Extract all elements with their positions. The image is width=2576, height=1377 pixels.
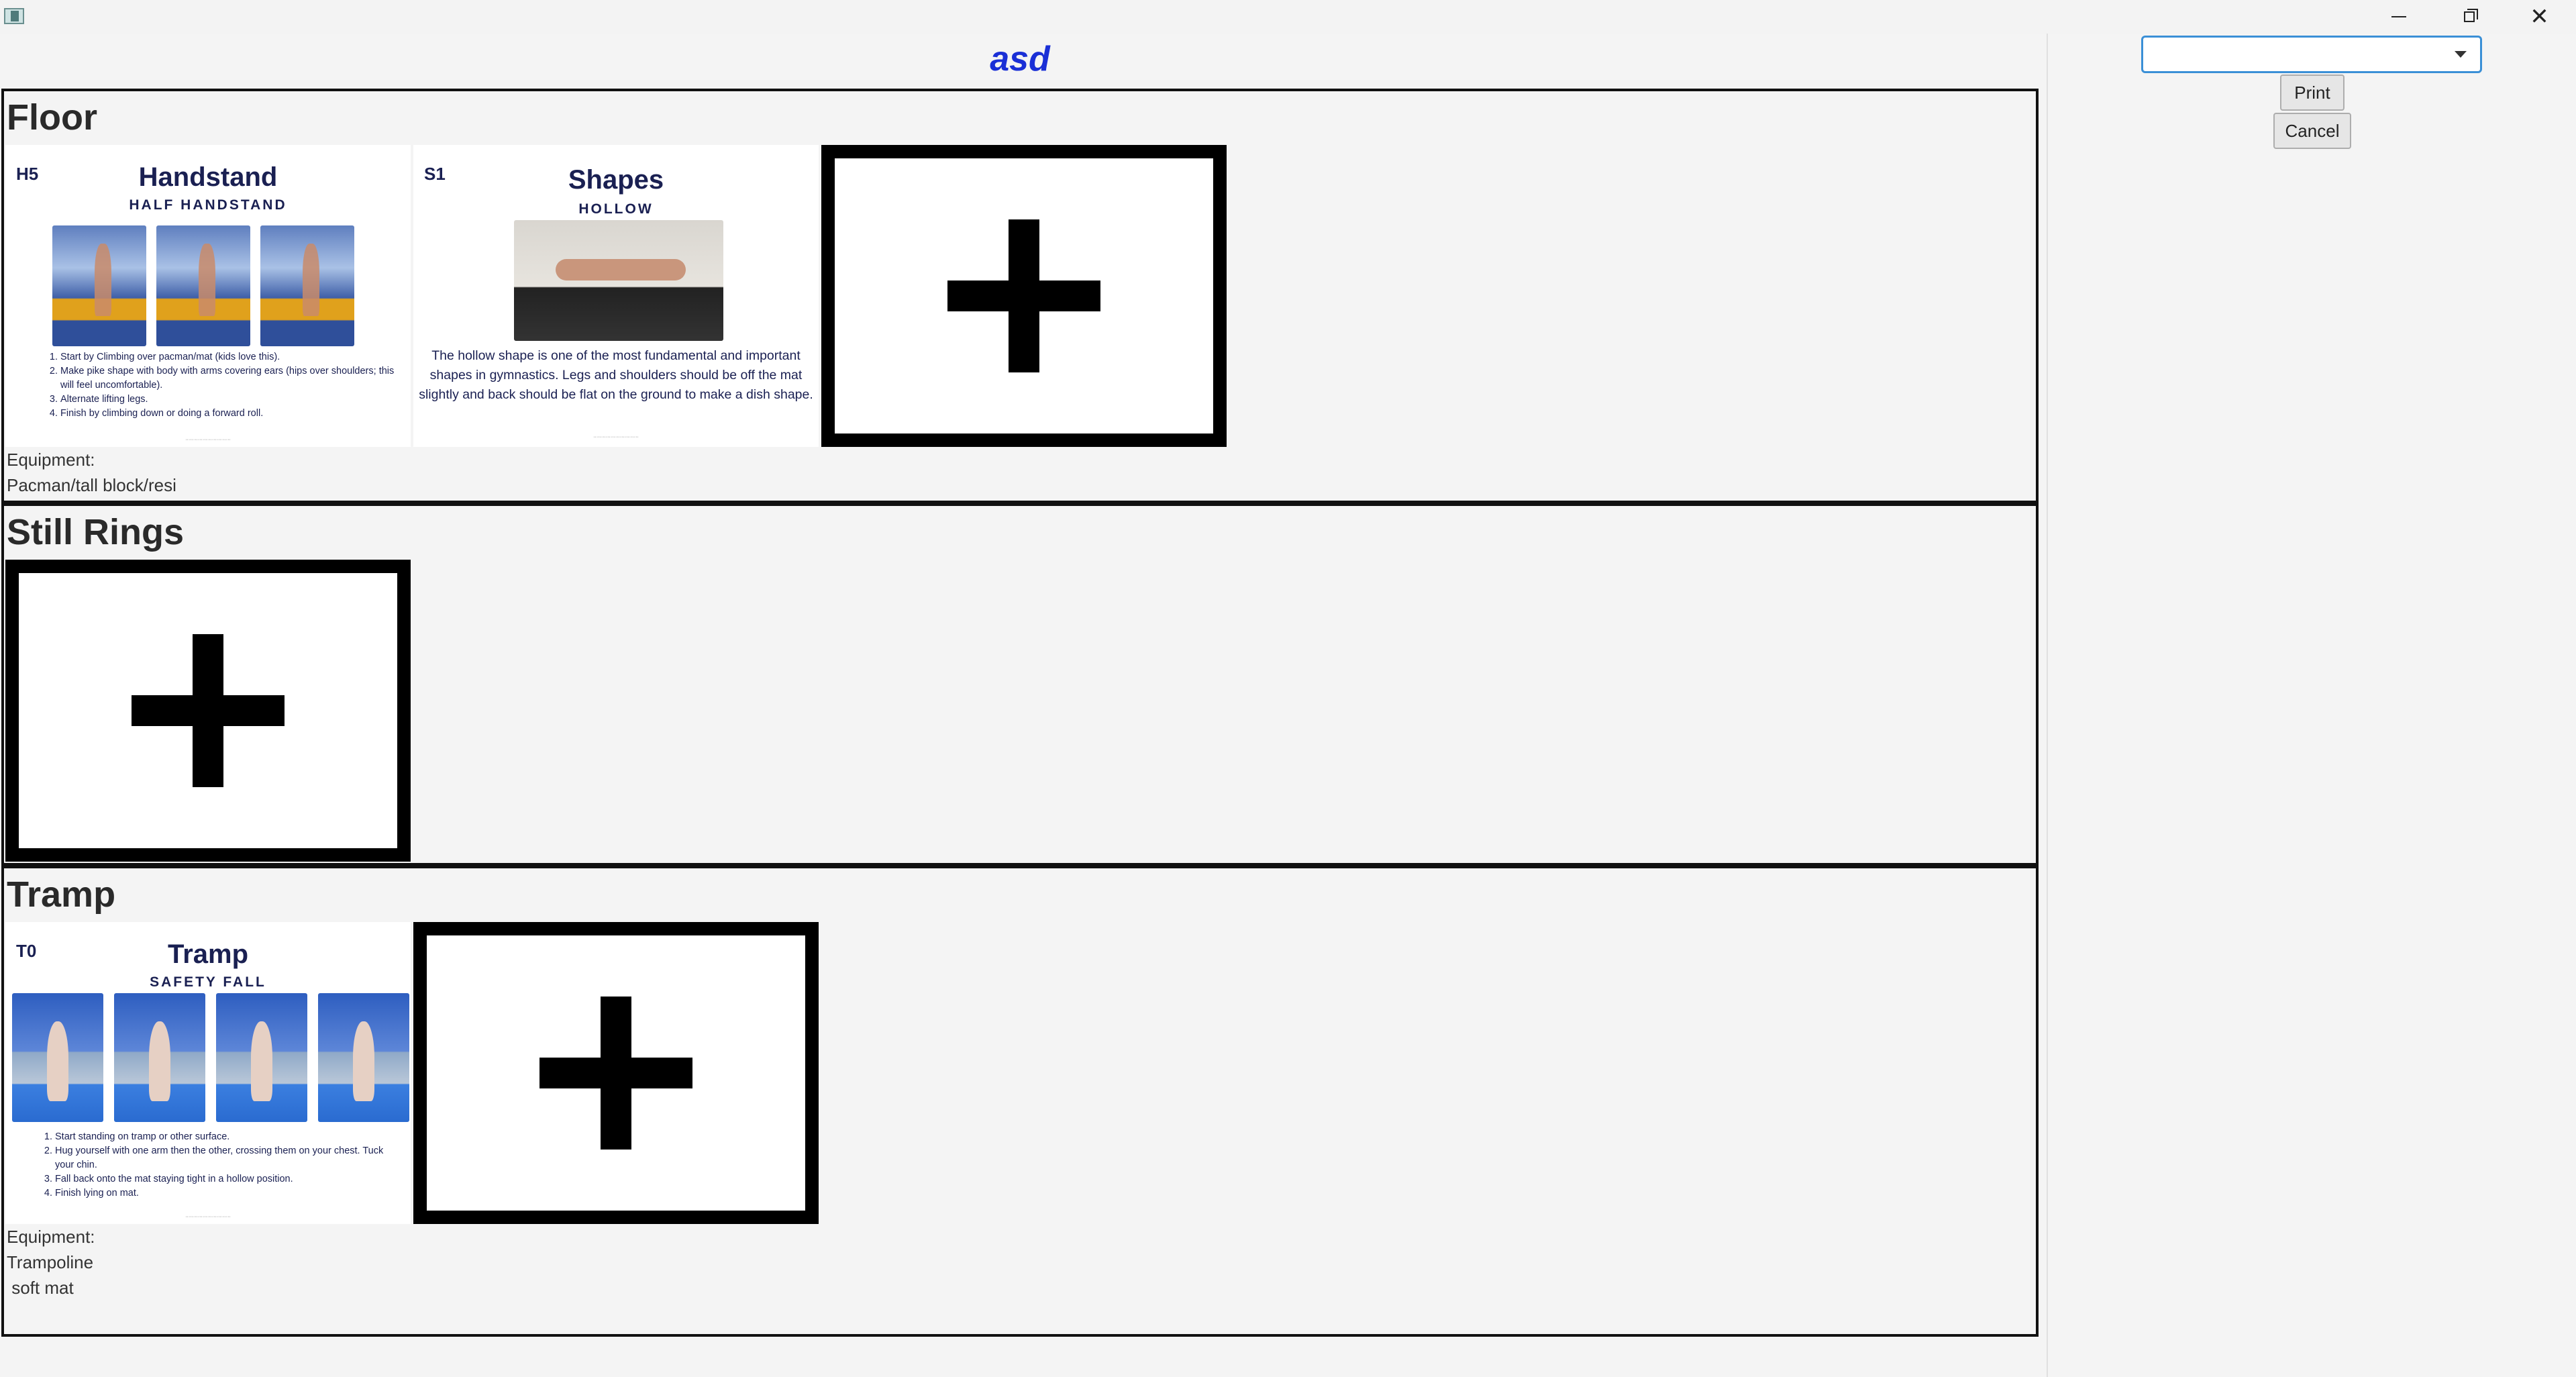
equipment-value: Trampoline [7,1252,94,1272]
equipment-label: Equipment: [7,450,95,470]
step-item: Start standing on tramp or other surface… [55,1130,397,1144]
equipment-label: Equipment: [7,1227,95,1247]
print-button[interactable]: Print [2280,74,2345,111]
skill-steps: Start standing on tramp or other surface… [36,1130,397,1201]
skill-subtitle: SAFETY FALL [150,974,266,990]
fine-print: ····························· [185,438,231,442]
skill-photo [514,220,723,341]
minimize-button[interactable] [2363,0,2434,34]
step-item: Alternate lifting legs. [60,393,396,407]
section-title: Tramp [7,874,116,915]
skill-photo [52,225,146,346]
close-icon: ✕ [2530,3,2549,30]
step-item: Hug yourself with one arm then the other… [55,1144,397,1172]
skill-photo [12,993,103,1122]
skill-card-shapes[interactable]: S1 Shapes HOLLOW The hollow shape is one… [413,145,819,447]
minimize-icon [2391,16,2406,17]
step-item: Start by Climbing over pacman/mat (kids … [60,350,396,364]
fine-print: ····························· [593,435,639,440]
step-item: Fall back onto the mat staying tight in … [55,1172,397,1186]
skill-title: Handstand [138,162,278,192]
template-select[interactable] [2141,36,2482,73]
add-skill-button[interactable] [5,560,411,862]
skill-photo [260,225,354,346]
section-title: Still Rings [7,512,185,552]
add-skill-button[interactable] [413,922,819,1224]
skill-title: Shapes [568,165,664,195]
section-floor: Floor H5 Handstand HALF HANDSTAND Start … [1,89,2039,503]
close-button[interactable]: ✕ [2504,0,2575,34]
step-item: Finish by climbing down or doing a forwa… [60,407,396,421]
skill-steps: Start by Climbing over pacman/mat (kids … [42,350,396,421]
section-still-rings: Still Rings [1,503,2039,866]
restore-icon [2463,9,2478,22]
skill-subtitle: HALF HANDSTAND [129,197,287,213]
add-skill-button[interactable] [821,145,1227,447]
skill-photo [114,993,205,1122]
skill-description: The hollow shape is one of the most fund… [419,348,813,402]
step-item: Finish lying on mat. [55,1186,397,1201]
report-panel[interactable]: asd Floor H5 Handstand HALF HANDSTAND St… [0,34,2048,1377]
window-title-bar: ✕ [0,0,2576,34]
skill-subtitle: HOLLOW [578,201,654,217]
step-item: Make pike shape with body with arms cove… [60,364,396,393]
equipment-value: Pacman/tall block/resi [7,475,176,495]
fine-print: ····························· [185,1215,231,1219]
skill-photo [216,993,307,1122]
cancel-button[interactable]: Cancel [2273,113,2351,149]
skill-title: Tramp [167,939,249,969]
skill-card-tramp[interactable]: T0 Tramp SAFETY FALL Start standing on t… [5,922,411,1224]
section-tramp: Tramp T0 Tramp SAFETY FALL Start standin… [1,866,2039,1337]
app-icon [4,8,24,24]
report-title: asd [990,40,1050,79]
restore-button[interactable] [2434,0,2504,34]
section-title: Floor [7,97,97,138]
chevron-down-icon [2455,51,2467,58]
skill-card-handstand[interactable]: H5 Handstand HALF HANDSTAND Start by Cli… [5,145,411,447]
skill-photo [156,225,250,346]
skill-photo [318,993,409,1122]
equipment-value: soft mat [7,1278,74,1298]
